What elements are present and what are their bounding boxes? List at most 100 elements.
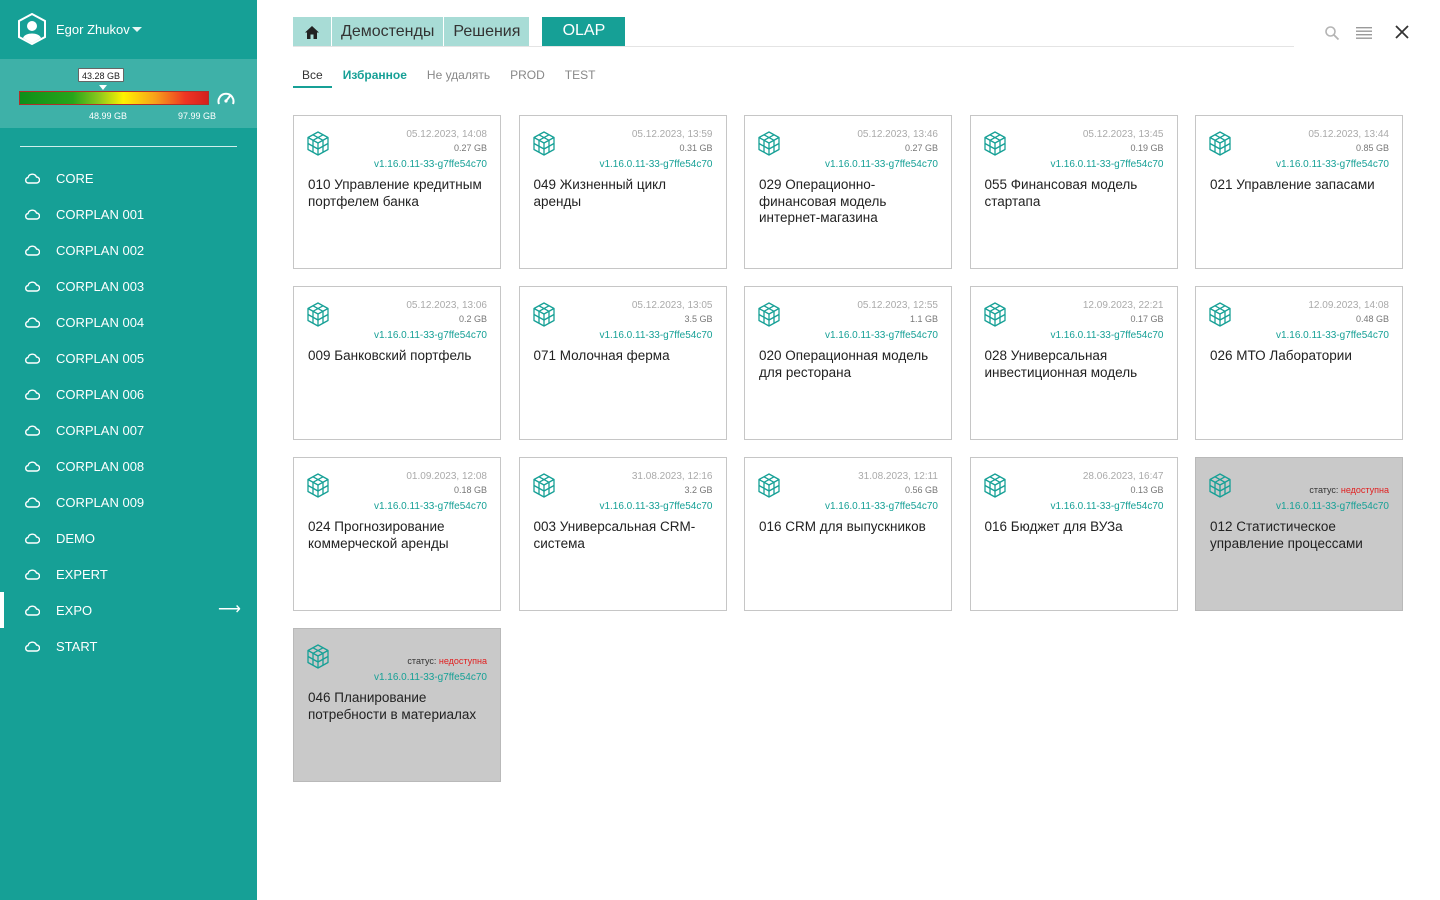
model-card[interactable]: 31.08.2023, 12:16 3.2 GB v1.16.0.11-33-g7f…: [518, 457, 727, 611]
cloud-icon: [25, 605, 40, 616]
card-title: 046 Планирование потребности в материала…: [308, 690, 477, 722]
status-badge: статус: недоступна: [407, 656, 487, 666]
status-value: недоступна: [438, 656, 487, 666]
sidebar-item-corplan-004[interactable]: CORPLAN 004: [0, 304, 257, 340]
card-title: 012 Статистическое управление процессами: [1210, 519, 1363, 551]
model-card[interactable]: 05.12.2023, 13:59 0.31 GB v1.16.0.11-33-g7…: [518, 115, 727, 269]
olap-cube-icon: [983, 131, 1006, 156]
tab-item-2[interactable]: Не удалять: [418, 67, 499, 88]
model-card[interactable]: 05.12.2023, 13:46 0.27 GB v1.16.0.11-33-g7…: [744, 115, 952, 269]
card-title: 016 Бюджет для ВУЗа: [984, 519, 1123, 534]
cloud-icon: [25, 353, 40, 364]
sidebar-item-expo[interactable]: EXPO ⟶: [0, 592, 257, 628]
model-card[interactable]: 05.12.2023, 14:08 0.27 GB v1.16.0.11-33-g7…: [293, 115, 501, 269]
arrow-right-icon[interactable]: ⟶: [218, 602, 241, 618]
sidebar-item-corplan-001[interactable]: CORPLAN 001: [0, 196, 257, 232]
olap-cube-icon: [307, 644, 329, 669]
card-size: 0.85 GB: [1355, 143, 1389, 153]
sidebar-item-corplan-008[interactable]: CORPLAN 008: [0, 448, 257, 484]
sidebar-item-core[interactable]: CORE: [0, 160, 257, 196]
sidebar-item-label: CORE: [56, 171, 94, 186]
sidebar-item-corplan-009[interactable]: CORPLAN 009: [0, 484, 257, 520]
card-version: v1.16.0.11-33-g7ffe54c70: [824, 501, 938, 512]
sidebar-item-corplan-006[interactable]: CORPLAN 006: [0, 376, 257, 412]
card-version: v1.16.0.11-33-g7ffe54c70: [1275, 501, 1389, 512]
breadcrumb-home[interactable]: [293, 17, 331, 47]
tab-prod[interactable]: PROD: [501, 67, 554, 88]
card-date: 28.06.2023, 16:47: [1082, 471, 1164, 482]
card-version: v1.16.0.11-33-g7ffe54c70: [824, 330, 938, 341]
model-card[interactable]: статус: недоступна v1.16.0.11-33-g7ffe54c…: [1195, 457, 1403, 611]
breadcrumb-item-demostands[interactable]: Демостенды: [332, 17, 444, 47]
sidebar-nav: CORE CORPLAN 001 CORPLAN 002 CORPLAN 003 COR…: [0, 160, 257, 664]
card-date: 01.09.2023, 12:08: [406, 471, 487, 482]
breadcrumb-item-solutions[interactable]: Решения: [444, 17, 530, 47]
breadcrumb-current[interactable]: OLAP: [542, 17, 626, 47]
tab-test[interactable]: TEST: [556, 67, 605, 88]
cloud-icon: [25, 317, 40, 328]
close-icon[interactable]: [1395, 25, 1409, 39]
cloud-icon: [25, 497, 40, 508]
model-card[interactable]: 05.12.2023, 13:45 0.19 GB v1.16.0.11-33-g7…: [969, 115, 1178, 269]
model-card[interactable]: 05.12.2023, 13:05 3.5 GB v1.16.0.11-33-g7f…: [518, 286, 727, 440]
model-card[interactable]: 12.09.2023, 14:08 0.48 GB v1.16.0.11-33-g7…: [1195, 286, 1403, 440]
card-date: 12.09.2023, 22:21: [1082, 300, 1164, 311]
card-version: v1.16.0.11-33-g7ffe54c70: [373, 672, 487, 683]
card-date: 12.09.2023, 14:08: [1308, 300, 1389, 311]
sidebar-item-corplan-002[interactable]: CORPLAN 002: [0, 232, 257, 268]
card-size: 0.18 GB: [453, 485, 487, 495]
model-card[interactable]: 12.09.2023, 22:21 0.17 GB v1.16.0.11-33-g7…: [969, 286, 1178, 440]
sidebar-item-label: EXPO: [56, 603, 93, 618]
sidebar-item-corplan-005[interactable]: CORPLAN 005: [0, 340, 257, 376]
card-date: 05.12.2023, 13:45: [1082, 129, 1164, 140]
status-badge: статус: недоступна: [1309, 485, 1389, 495]
home-icon: [305, 25, 319, 39]
sidebar-item-corplan-007[interactable]: CORPLAN 007: [0, 412, 257, 448]
cloud-icon: [25, 389, 40, 400]
speedometer-icon[interactable]: [217, 91, 235, 107]
user-menu[interactable]: Egor Zhukov: [0, 0, 257, 59]
model-card[interactable]: статус: недоступна v1.16.0.11-33-g7ffe54c…: [293, 628, 501, 782]
olap-cube-icon: [532, 302, 555, 327]
olap-cube-icon: [307, 302, 329, 327]
card-version: v1.16.0.11-33-g7ffe54c70: [1050, 501, 1164, 512]
model-card[interactable]: 05.12.2023, 13:06 0.2 GB v1.16.0.11-33-g7f…: [293, 286, 501, 440]
sidebar-item-expert[interactable]: EXPERT: [0, 556, 257, 592]
olap-cube-icon: [307, 473, 329, 498]
storage-panel: 43.28 GB 48.99 GB 97.99 GB: [0, 59, 257, 128]
sidebar-item-label: CORPLAN 002: [56, 243, 145, 258]
model-card[interactable]: 01.09.2023, 12:08 0.18 GB v1.16.0.11-33-g7…: [293, 457, 501, 611]
breadcrumb: Демостенды Решения OLAP: [293, 17, 626, 47]
card-date: 05.12.2023, 12:55: [857, 300, 938, 311]
sidebar-item-demo[interactable]: DEMO: [0, 520, 257, 556]
user-avatar-icon: [18, 13, 46, 45]
menu-icon[interactable]: [1356, 27, 1372, 39]
card-date: 05.12.2023, 13:05: [631, 300, 713, 311]
sidebar-divider: [20, 146, 237, 147]
model-card[interactable]: 28.06.2023, 16:47 0.13 GB v1.16.0.11-33-g7…: [969, 457, 1178, 611]
card-title: 021 Управление запасами: [1210, 177, 1375, 192]
sidebar-item-label: START: [56, 639, 98, 654]
sidebar-item-corplan-003[interactable]: CORPLAN 003: [0, 268, 257, 304]
card-date: 31.08.2023, 12:11: [858, 471, 938, 482]
sidebar-item-start[interactable]: START: [0, 628, 257, 664]
cloud-icon: [25, 209, 40, 220]
card-version: v1.16.0.11-33-g7ffe54c70: [373, 159, 487, 170]
storage-max-label: 97.99 GB: [178, 111, 217, 121]
olap-cube-icon: [983, 473, 1006, 498]
card-version: v1.16.0.11-33-g7ffe54c70: [373, 330, 487, 341]
card-version: v1.16.0.11-33-g7ffe54c70: [1050, 330, 1164, 341]
tab-item-0[interactable]: Все: [293, 67, 332, 88]
search-icon[interactable]: [1324, 25, 1340, 41]
model-card[interactable]: 05.12.2023, 13:44 0.85 GB v1.16.0.11-33-g7…: [1195, 115, 1403, 269]
olap-cube-icon: [758, 302, 780, 327]
model-card[interactable]: 05.12.2023, 12:55 1.1 GB v1.16.0.11-33-g7f…: [744, 286, 952, 440]
filter-tabs: Все Избранное Не удалять PROD TEST: [293, 67, 606, 88]
status-label: статус:: [407, 656, 437, 666]
tab-item-1[interactable]: Избранное: [334, 67, 416, 88]
cloud-icon: [25, 569, 40, 580]
cloud-icon: [25, 281, 40, 292]
model-card[interactable]: 31.08.2023, 12:11 0.56 GB v1.16.0.11-33-g7…: [744, 457, 952, 611]
card-size: 0.56 GB: [904, 485, 938, 495]
sidebar-item-label: CORPLAN 009: [56, 495, 145, 510]
